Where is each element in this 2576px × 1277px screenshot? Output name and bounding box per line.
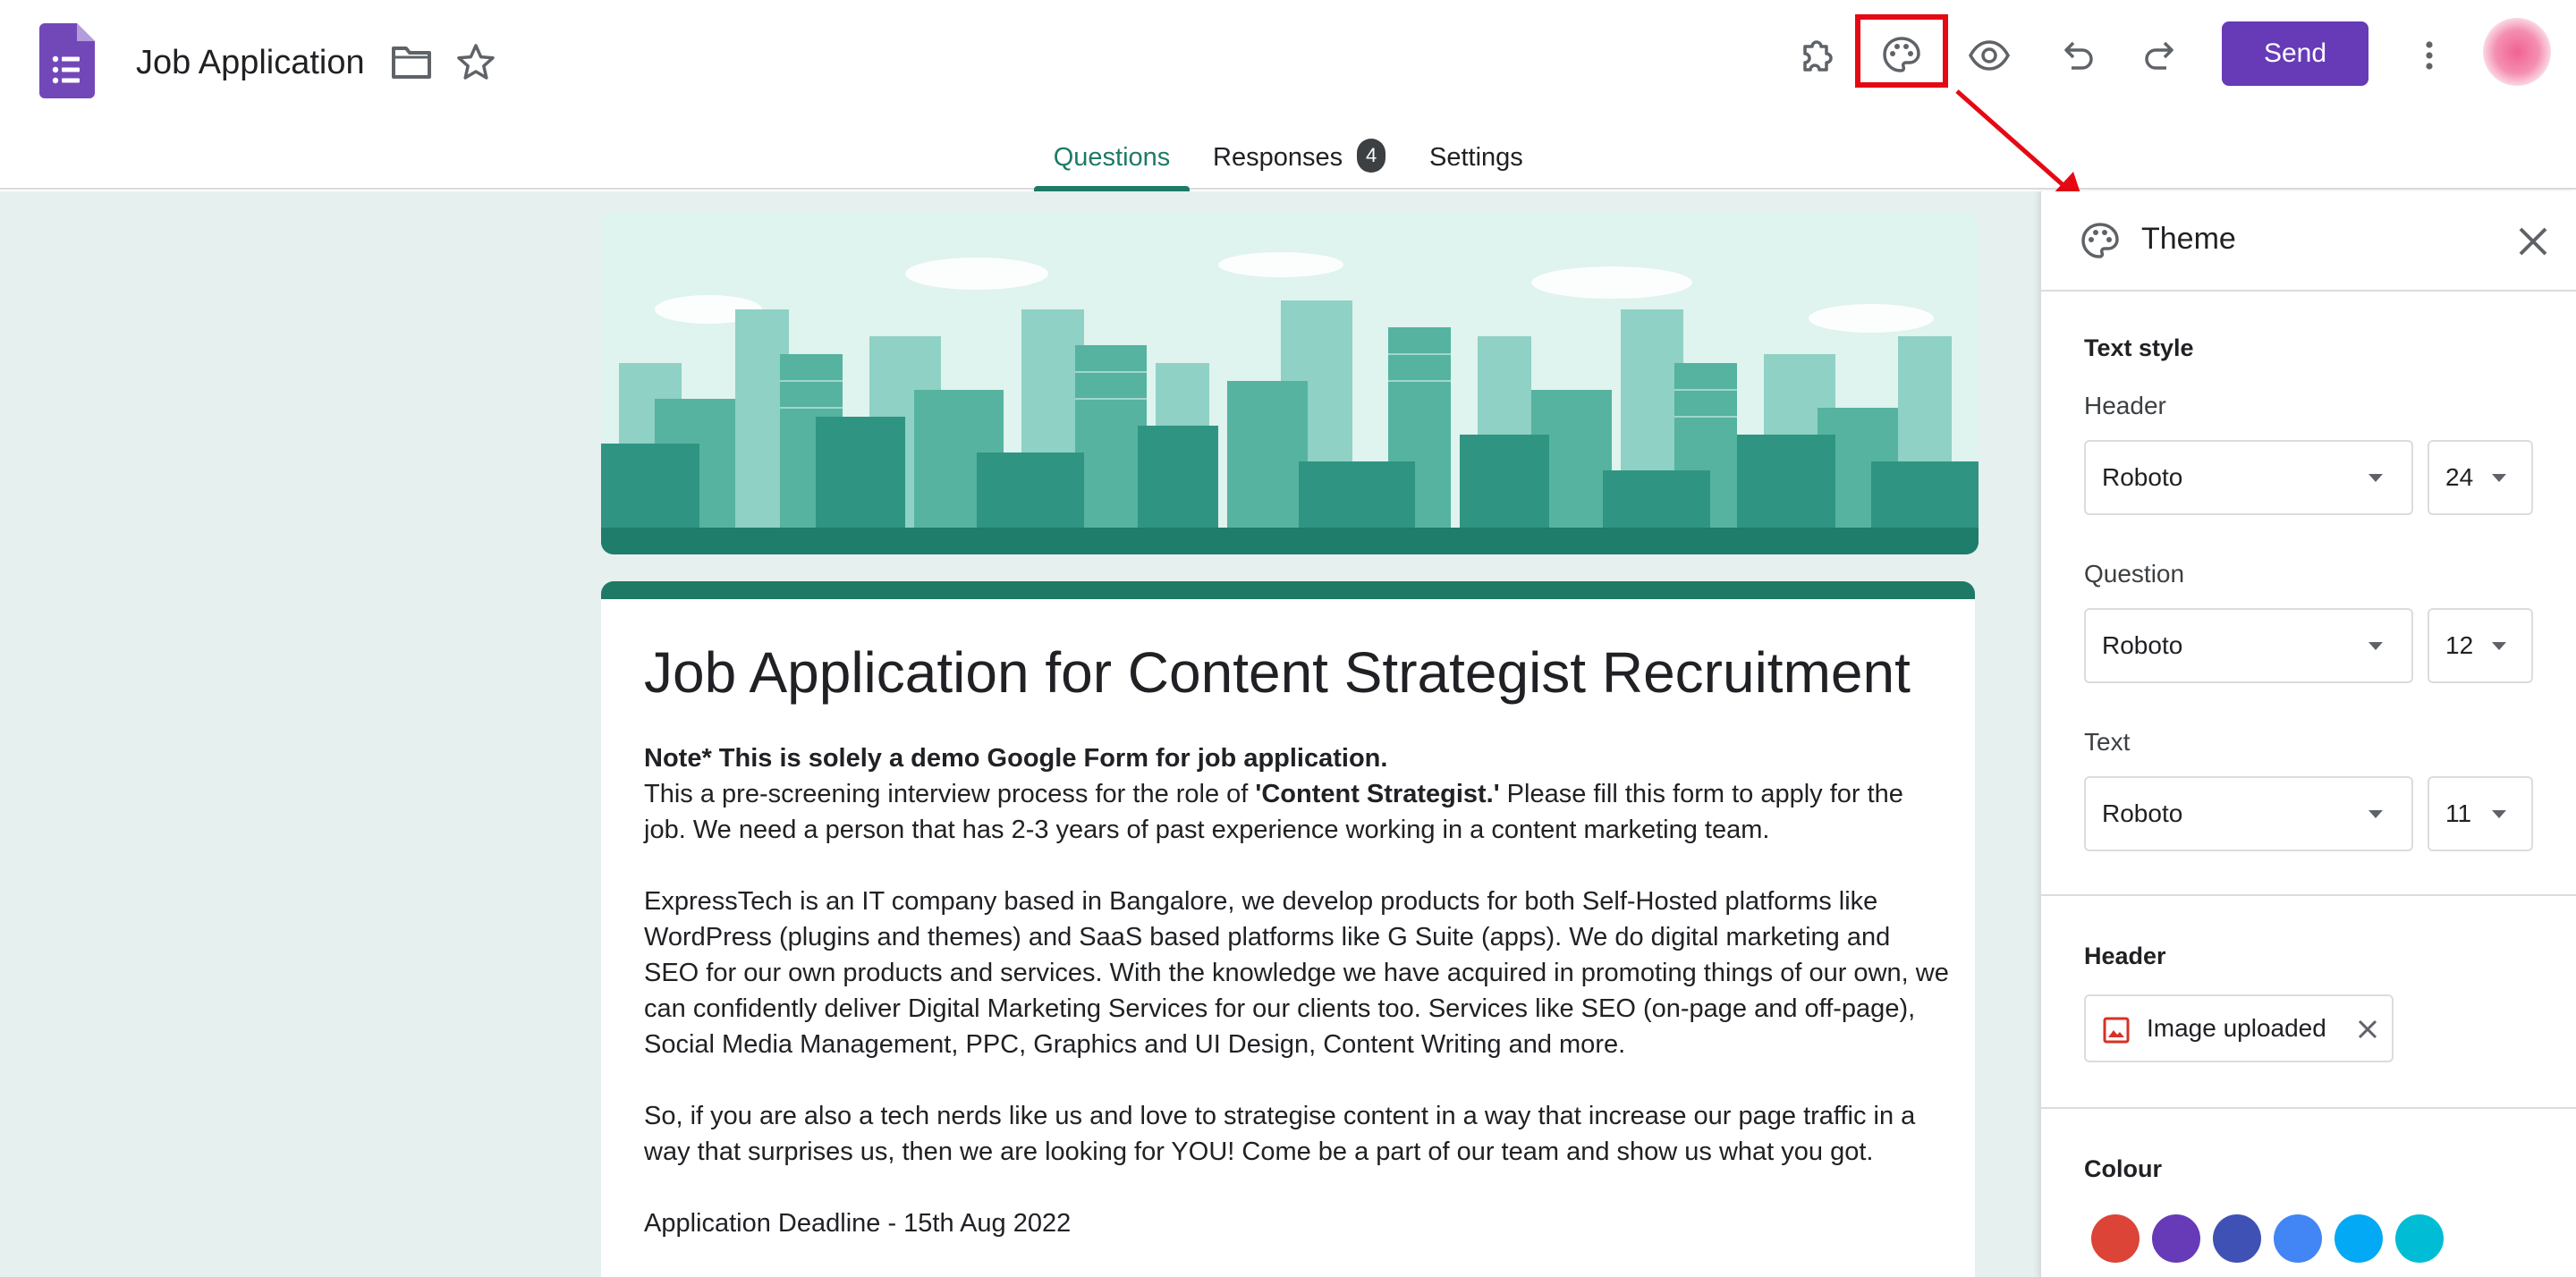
tab-responses[interactable]: Responses 4 — [1213, 125, 1386, 190]
tab-questions[interactable]: Questions — [1034, 125, 1190, 191]
text-font-label: Text — [2084, 728, 2131, 756]
question-font-select[interactable]: Roboto — [2084, 608, 2413, 683]
text-font-value: Roboto — [2102, 799, 2183, 827]
form-deadline: Application Deadline - 15th Aug 2022 — [644, 1209, 1072, 1238]
form-editor-canvas: Job Application for Content Strategist R… — [0, 191, 2039, 1277]
form-title[interactable]: Job Application for Content Strategist R… — [644, 637, 1911, 708]
tab-settings[interactable]: Settings — [1429, 125, 1523, 190]
image-icon — [2103, 1017, 2130, 1044]
star-icon[interactable] — [454, 41, 497, 84]
form-intro-start: This a pre-screening interview process f… — [644, 780, 1256, 808]
colour-swatch[interactable] — [2395, 1214, 2444, 1263]
form-invite-paragraph: So, if you are also a tech nerds like us… — [644, 1102, 1916, 1166]
undo-icon[interactable] — [2054, 32, 2100, 79]
text-style-title: Text style — [2084, 334, 2194, 361]
theme-panel: Theme Text style Header Roboto 24 Questi… — [2039, 191, 2576, 1277]
preview-eye-icon[interactable] — [1966, 32, 2012, 79]
form-tabs: Questions Responses 4 Settings — [0, 125, 2576, 191]
palette-icon[interactable] — [1878, 32, 1925, 79]
header-size-value: 24 — [2445, 463, 2474, 491]
header-image-title: Header — [2084, 943, 2166, 969]
colour-swatch[interactable] — [2152, 1214, 2200, 1263]
form-intro-role: 'Content Strategist.' — [1255, 780, 1500, 808]
form-note: Note* This is solely a demo Google Form … — [644, 744, 1388, 773]
dropdown-caret-icon — [2492, 810, 2506, 818]
form-header-card[interactable]: Job Application for Content Strategist R… — [601, 581, 1975, 1277]
form-description[interactable]: Note* This is solely a demo Google Form … — [644, 740, 1950, 1277]
dropdown-caret-icon — [2368, 810, 2383, 818]
header-size-select[interactable]: 24 — [2428, 440, 2533, 515]
section-divider — [2041, 1107, 2576, 1109]
addon-puzzle-icon[interactable] — [1794, 32, 1841, 79]
section-divider — [2041, 894, 2576, 896]
question-size-value: 12 — [2445, 631, 2474, 659]
image-uploaded-label: Image uploaded — [2147, 1014, 2326, 1042]
header-font-select[interactable]: Roboto — [2084, 440, 2413, 515]
text-size-value: 11 — [2445, 799, 2472, 827]
forms-logo-icon[interactable] — [39, 23, 95, 98]
text-font-select[interactable]: Roboto — [2084, 776, 2413, 851]
more-vert-icon[interactable] — [2406, 32, 2453, 79]
dropdown-caret-icon — [2492, 474, 2506, 482]
colour-swatch[interactable] — [2274, 1214, 2322, 1263]
header-banner-image[interactable] — [601, 211, 1979, 554]
colour-swatch[interactable] — [2091, 1214, 2140, 1263]
theme-panel-title: Theme — [2141, 222, 2236, 256]
form-accent-bar — [601, 581, 1975, 599]
account-avatar[interactable] — [2483, 18, 2551, 86]
tab-settings-label: Settings — [1429, 143, 1523, 172]
send-button[interactable]: Send — [2222, 21, 2368, 86]
dropdown-caret-icon — [2368, 474, 2383, 482]
top-app-bar: Job Application Send Questions Responses… — [0, 0, 2576, 191]
document-title[interactable]: Job Application — [136, 39, 365, 86]
text-size-select[interactable]: 11 — [2428, 776, 2533, 851]
tab-responses-label: Responses — [1213, 143, 1343, 172]
colour-title: Colour — [2084, 1155, 2162, 1182]
header-image-chip[interactable]: Image uploaded — [2084, 994, 2394, 1062]
close-icon[interactable] — [2513, 222, 2553, 261]
responses-count-badge: 4 — [1357, 139, 1386, 173]
header-font-label: Header — [2084, 392, 2166, 419]
folder-icon[interactable] — [390, 43, 433, 82]
redo-icon[interactable] — [2138, 32, 2184, 79]
colour-swatch[interactable] — [2334, 1214, 2383, 1263]
dropdown-caret-icon — [2368, 642, 2383, 650]
question-font-label: Question — [2084, 560, 2185, 588]
header-font-value: Roboto — [2102, 463, 2183, 491]
question-font-value: Roboto — [2102, 631, 2183, 659]
form-company-paragraph: ExpressTech is an IT company based in Ba… — [644, 887, 1949, 1059]
remove-image-icon[interactable] — [2354, 1016, 2381, 1043]
colour-swatch[interactable] — [2213, 1214, 2261, 1263]
dropdown-caret-icon — [2492, 642, 2506, 650]
tab-questions-label: Questions — [1053, 143, 1171, 172]
question-size-select[interactable]: 12 — [2428, 608, 2533, 683]
palette-icon — [2081, 223, 2119, 258]
theme-panel-header: Theme — [2041, 191, 2576, 292]
